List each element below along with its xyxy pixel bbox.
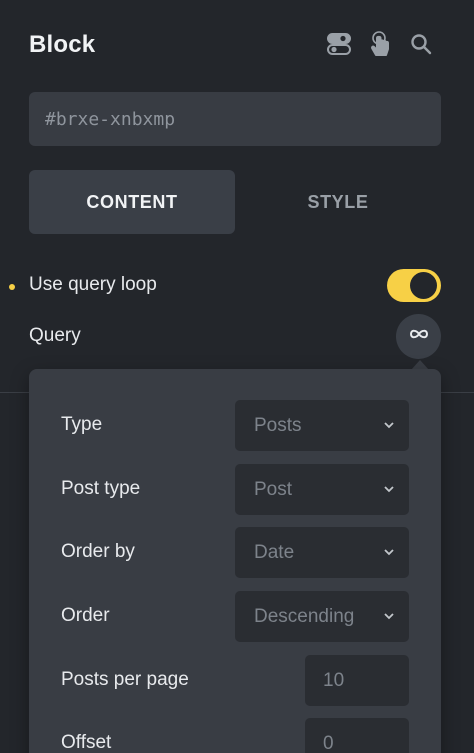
block-panel: Block CONTENT STYLE Use q [0, 0, 474, 753]
order-label: Order [61, 605, 110, 626]
order-by-select-value: Date [254, 541, 295, 563]
order-by-label: Order by [61, 541, 135, 562]
posts-per-page-input[interactable] [305, 655, 409, 706]
query-label: Query [29, 325, 81, 346]
tab-content[interactable]: CONTENT [29, 170, 235, 234]
search-icon[interactable] [407, 30, 435, 58]
use-query-loop-toggle[interactable] [387, 269, 441, 302]
infinity-icon [408, 327, 430, 346]
type-select-value: Posts [254, 414, 302, 436]
chevron-down-icon [384, 486, 394, 493]
chevron-down-icon [384, 613, 394, 620]
post-type-select-value: Post [254, 478, 293, 500]
panel-header: Block [0, 0, 474, 90]
offset-input[interactable] [305, 718, 409, 753]
type-label: Type [61, 414, 103, 435]
type-select[interactable]: Posts [235, 400, 409, 451]
offset-label: Offset [61, 732, 112, 753]
posts-per-page-label: Posts per page [61, 669, 189, 690]
hand-pointer-icon[interactable] [366, 30, 394, 58]
use-query-loop-label: Use query loop [29, 274, 157, 295]
element-id-field[interactable] [29, 92, 441, 146]
toggle-knob [410, 272, 437, 299]
modified-indicator [9, 284, 15, 290]
query-settings-button[interactable] [396, 314, 441, 359]
order-select[interactable]: Descending [235, 591, 409, 642]
post-type-label: Post type [61, 478, 141, 499]
order-select-value: Descending [254, 605, 355, 627]
chevron-down-icon [384, 422, 394, 429]
panel-title: Block [29, 31, 96, 58]
tab-style[interactable]: STYLE [235, 170, 441, 234]
post-type-select[interactable]: Post [235, 464, 409, 515]
chevron-down-icon [384, 549, 394, 556]
toggle-settings-icon[interactable] [325, 30, 353, 58]
query-popup: Type Posts Post type Post Order by Date … [29, 369, 441, 753]
panel-tabs: CONTENT STYLE [29, 170, 441, 234]
order-by-select[interactable]: Date [235, 527, 409, 578]
